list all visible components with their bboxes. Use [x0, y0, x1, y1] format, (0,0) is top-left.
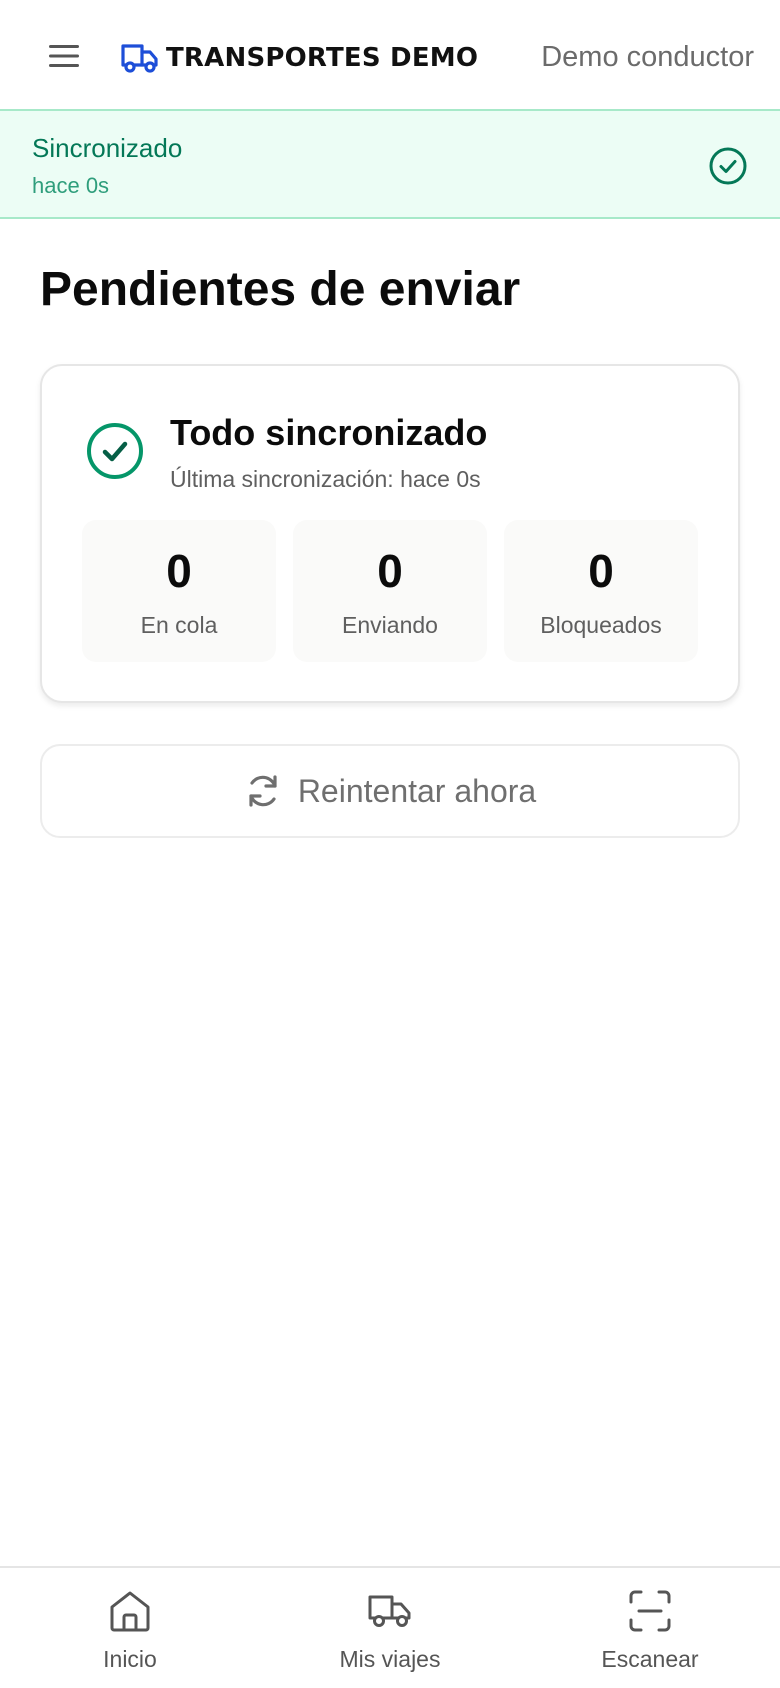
- page-title: Pendientes de enviar: [40, 263, 521, 316]
- brand-name: TRANSPORTES DEMO: [166, 43, 479, 73]
- nav-label: Escanear: [601, 1646, 699, 1672]
- refresh-icon: [244, 772, 282, 810]
- last-sync-text: Última sincronización: hace 0s: [170, 466, 481, 492]
- check-circle-icon: [709, 147, 747, 185]
- check-circle-icon: [87, 423, 143, 479]
- truck-icon: [368, 1595, 411, 1627]
- brand-logo[interactable]: TRANSPORTES DEMO: [120, 38, 478, 78]
- nav-label: Inicio: [103, 1646, 157, 1672]
- retry-now-label: Reintentar ahora: [297, 772, 537, 809]
- stat-queued: 0 En cola: [82, 520, 276, 662]
- stat-blocked: 0 Bloqueados: [504, 520, 698, 662]
- sync-status-time: hace 0s: [32, 173, 110, 198]
- stat-value: 0: [588, 545, 614, 597]
- home-icon: [110, 1591, 150, 1632]
- stat-label: En cola: [140, 612, 218, 638]
- stat-label: Enviando: [342, 612, 438, 638]
- truck-icon: [120, 40, 160, 76]
- nav-label: Mis viajes: [339, 1646, 441, 1672]
- retry-now-button[interactable]: Reintentar ahora: [40, 744, 740, 838]
- sync-status-title: Sincronizado: [32, 133, 183, 163]
- bottom-navigation: Inicio Mis viajes Escanear: [0, 1566, 780, 1688]
- sync-summary-card: Todo sincronizado Última sincronización:…: [40, 364, 740, 703]
- nav-item-inicio[interactable]: Inicio: [20, 1568, 240, 1688]
- user-name[interactable]: Demo conductor: [541, 38, 754, 76]
- stat-label: Bloqueados: [540, 612, 662, 638]
- nav-item-escanear[interactable]: Escanear: [540, 1568, 760, 1688]
- hamburger-menu-icon: [49, 45, 79, 67]
- sync-status-banner[interactable]: Sincronizado hace 0s: [0, 111, 780, 219]
- scan-icon: [629, 1590, 671, 1632]
- card-title: Todo sincronizado: [170, 412, 488, 453]
- nav-item-mis-viajes[interactable]: Mis viajes: [280, 1568, 500, 1688]
- stat-value: 0: [166, 545, 192, 597]
- stat-value: 0: [377, 545, 403, 597]
- menu-button[interactable]: [40, 36, 88, 76]
- stat-sending: 0 Enviando: [293, 520, 487, 662]
- app-header: TRANSPORTES DEMO Demo conductor: [0, 0, 780, 111]
